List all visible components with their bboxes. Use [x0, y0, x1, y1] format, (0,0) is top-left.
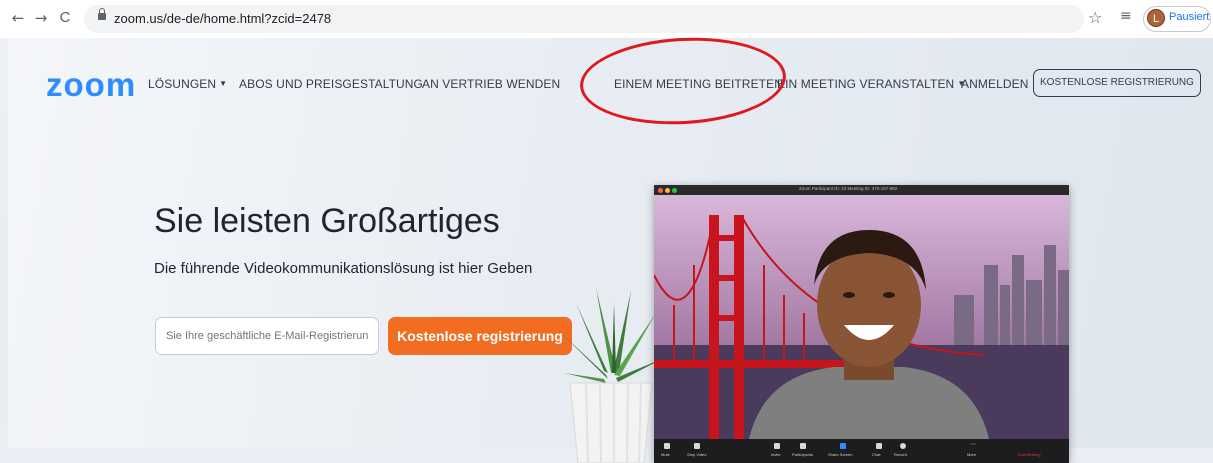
avatar: L — [1147, 9, 1165, 27]
profile-status: Pausiert — [1169, 11, 1210, 23]
microphone-icon — [664, 443, 670, 449]
share-screen-icon — [840, 443, 846, 449]
meeting-titlebar: Zoom Participant ID: 23 Meeting ID: 470-… — [654, 185, 1069, 195]
email-field[interactable] — [155, 317, 379, 355]
bookmark-star-icon[interactable]: ☆ — [1088, 8, 1102, 27]
nav-plans-pricing[interactable]: ABOS UND PREISGESTALTUNG — [239, 77, 423, 91]
meeting-title: Zoom Participant ID: 23 Meeting ID: 470-… — [799, 186, 898, 191]
participants-icon — [800, 443, 806, 449]
maximize-dot-icon — [672, 188, 677, 193]
video-camera-icon — [694, 443, 700, 449]
address-bar[interactable]: zoom.us/de-de/home.html?zcid=2478 — [84, 5, 1084, 33]
stop-video-button[interactable]: Stop Video — [687, 452, 707, 457]
minimize-dot-icon — [665, 188, 670, 193]
chat-button[interactable]: Chat — [872, 452, 880, 457]
reload-icon[interactable]: C — [55, 8, 75, 28]
close-dot-icon — [658, 188, 663, 193]
more-button[interactable]: More — [967, 452, 976, 457]
signup-free-button[interactable]: KOSTENLOSE REGISTRIERUNG — [1033, 69, 1201, 97]
nav-contact-sales[interactable]: AN VERTRIEB WENDEN — [422, 77, 560, 91]
url-text: zoom.us/de-de/home.html?zcid=2478 — [114, 11, 332, 26]
video-scene-illustration — [654, 195, 1069, 439]
nav-solutions[interactable]: LÖSUNGEN ▼ — [148, 77, 227, 91]
end-meeting-button[interactable]: End Meeting — [1018, 452, 1040, 457]
plant-illustration — [561, 288, 664, 463]
browser-toolbar: ← → C zoom.us/de-de/home.html?zcid=2478 … — [0, 0, 1213, 38]
share-screen-button[interactable]: Share Screen — [828, 452, 852, 457]
signup-cta-button[interactable]: Kostenlose registrierung — [388, 317, 572, 355]
record-icon — [900, 443, 906, 449]
zoom-logo[interactable]: zoom — [46, 66, 136, 104]
nav-join-meeting[interactable]: EINEM MEETING BEITRETEN — [614, 77, 783, 91]
more-icon: ⋯ — [970, 442, 976, 448]
nav-solutions-label: LÖSUNGEN — [148, 77, 217, 91]
hero-subtitle: Die führende Videokommunikationslösung i… — [154, 260, 533, 277]
forward-icon[interactable]: → — [31, 8, 51, 28]
nav-host-meeting-label: EIN MEETING VERANSTALTEN — [777, 77, 955, 91]
zoom-meeting-window: Zoom Participant ID: 23 Meeting ID: 470-… — [654, 185, 1069, 463]
invite-button[interactable]: Invite — [771, 452, 781, 457]
participants-button[interactable]: Participants — [792, 452, 813, 457]
hero-headline: Sie leisten Großartiges — [154, 202, 500, 240]
mute-button[interactable]: Mute — [661, 452, 670, 457]
profile-button[interactable]: L Pausiert — [1143, 6, 1211, 32]
zoom-homepage: zoom LÖSUNGEN ▼ ABOS UND PREISGESTALTUNG … — [0, 32, 1213, 463]
reading-list-icon[interactable]: ≡ — [1120, 8, 1132, 24]
lock-icon — [98, 8, 106, 20]
back-icon[interactable]: ← — [8, 8, 28, 28]
invite-icon — [774, 443, 780, 449]
chat-icon — [876, 443, 882, 449]
meeting-toolbar: Mute Stop Video Invite Participants Shar… — [654, 439, 1069, 463]
nav-host-meeting[interactable]: EIN MEETING VERANSTALTEN ▼ — [777, 77, 965, 91]
record-button[interactable]: Record — [894, 452, 907, 457]
video-feed — [654, 195, 1069, 439]
chevron-down-icon: ▼ — [219, 79, 228, 88]
nav-sign-in[interactable]: ANMELDEN — [961, 77, 1028, 91]
